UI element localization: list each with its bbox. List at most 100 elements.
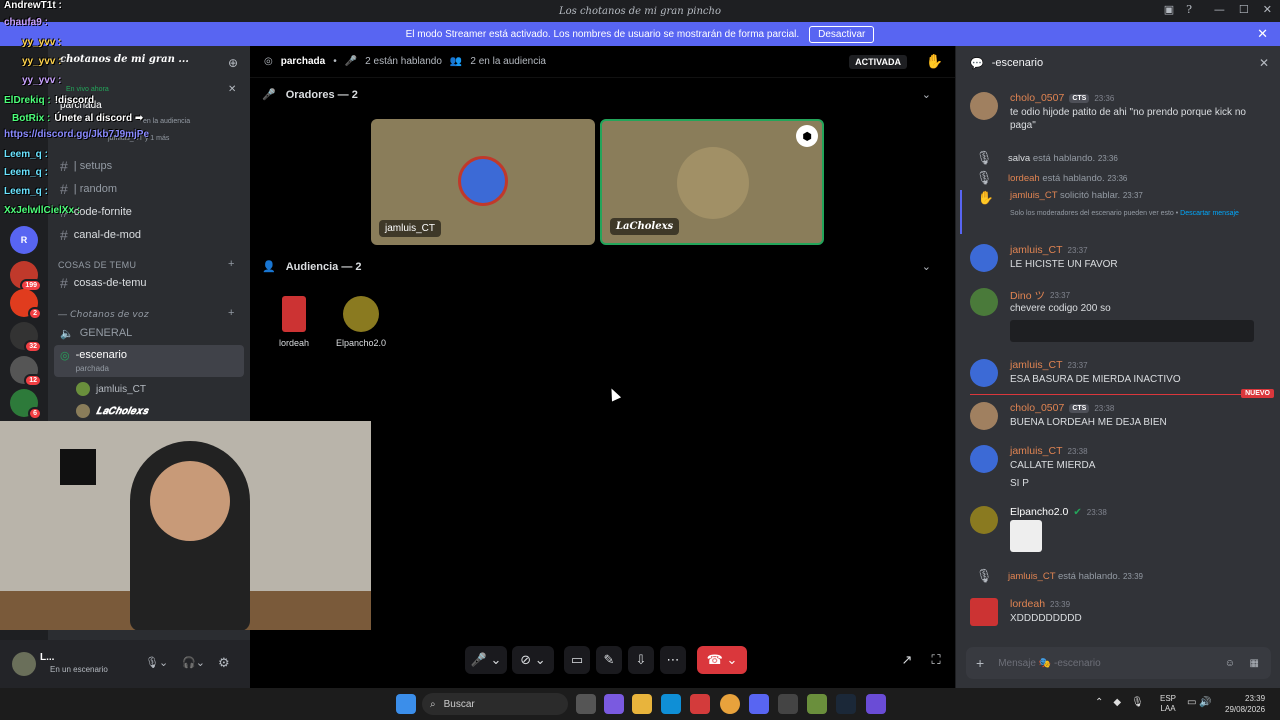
chat-input[interactable]: + Mensaje 🎭 -escenario ☺ ▦ — [966, 647, 1271, 679]
start-icon[interactable] — [396, 694, 416, 714]
store-icon[interactable] — [690, 694, 710, 714]
close-window-button[interactable]: ✕ — [1263, 3, 1272, 16]
language-indicator[interactable]: ESP LAA — [1160, 694, 1176, 714]
help-icon[interactable]: ? — [1186, 3, 1192, 16]
author-name[interactable]: Dino ツ — [1010, 288, 1045, 303]
audience-header[interactable]: 👤 Audiencia — 2 — [262, 260, 362, 274]
category-cosas-de-temu[interactable]: COSAS DE TEMU — [58, 260, 136, 270]
share-screen-button[interactable]: ▭ — [564, 646, 590, 674]
system-text: solicitó hablar. — [1059, 190, 1121, 201]
settings-gear-icon[interactable]: ⚙ — [218, 655, 230, 671]
author-name[interactable]: cholo_0507 — [1010, 92, 1064, 104]
avatar[interactable] — [970, 92, 998, 120]
audience-member[interactable]: Elpancho2.0 — [326, 296, 396, 348]
avatar[interactable] — [970, 359, 998, 387]
channel-cosas-de-temu[interactable]: # cosas-de-temu — [54, 272, 244, 294]
avatar[interactable] — [970, 598, 998, 626]
microphone-button[interactable]: 🎤 ⌄ — [465, 646, 507, 674]
popout-icon[interactable]: ↗ — [895, 646, 919, 674]
chrome-icon[interactable] — [720, 694, 740, 714]
clock[interactable]: 23:39 29/08/2026 — [1225, 693, 1265, 715]
server-icon[interactable]: R — [10, 226, 38, 254]
speaker-tile[interactable]: jamluis_CT — [371, 119, 595, 245]
system-tray[interactable]: ⌃ ◆ 🎙 — [1095, 697, 1144, 708]
category-voz[interactable]: — 𝘊𝘩𝘰𝘵𝘢𝘯𝘰𝘴 𝘥𝘦 𝘷𝘰𝘻 — [58, 309, 149, 320]
author-name[interactable]: Elpancho2.0 — [1010, 506, 1068, 518]
steam-icon[interactable] — [836, 694, 856, 714]
edge-icon[interactable] — [661, 694, 681, 714]
network-volume-icons[interactable]: ▭ 🔊 — [1187, 697, 1212, 708]
fullscreen-icon[interactable]: ⛶ — [924, 646, 948, 674]
embed-image[interactable] — [1010, 320, 1254, 342]
speakers-header[interactable]: 🎤 Oradores — 2 — [262, 88, 358, 102]
author-name[interactable]: jamluis_CT — [1010, 359, 1063, 371]
add-channel-icon[interactable]: + — [228, 307, 234, 319]
search-label: Buscar — [443, 698, 475, 710]
image-attachment[interactable] — [1010, 520, 1042, 552]
avatar[interactable] — [970, 506, 998, 534]
author-name[interactable]: lordeah — [1010, 598, 1045, 610]
stage-channel-escenario[interactable]: ◎ -escenario parchada — [54, 345, 244, 377]
stage-activated-badge[interactable]: ACTIVADA — [849, 55, 907, 69]
headphones-icon[interactable]: 🎧⌄ — [182, 656, 205, 669]
app-icon[interactable] — [866, 694, 886, 714]
app-icon[interactable] — [604, 694, 624, 714]
channel-canal-de-mod[interactable]: # canal-de-mod — [54, 224, 244, 246]
user-name[interactable]: L... — [40, 652, 54, 663]
stage-user-row[interactable]: 𝑳𝒂𝑪𝒉𝒐𝒍𝒆𝒙𝒔 — [76, 404, 148, 418]
discord-icon[interactable] — [749, 694, 769, 714]
user-name[interactable]: salva — [1008, 153, 1030, 164]
dismiss-link[interactable]: Descartar mensaje — [1180, 210, 1239, 217]
chatter-name: Leem_q : — [4, 186, 48, 197]
chat-message: Elpancho2.0 ✔ 23:38 — [970, 506, 1270, 556]
add-channel-icon[interactable]: + — [228, 258, 234, 270]
stage-icon: ◎ — [60, 350, 70, 362]
user-status: En un escenario — [50, 665, 108, 674]
user-name[interactable]: jamluis_CT — [1010, 190, 1057, 201]
chevron-down-icon[interactable]: ⌄ — [922, 260, 931, 273]
user-name[interactable]: jamluis_CT — [1008, 571, 1055, 582]
avatar[interactable] — [970, 244, 998, 272]
avatar[interactable] — [12, 652, 36, 676]
author-name[interactable]: jamluis_CT — [1010, 445, 1063, 457]
avatar[interactable] — [970, 445, 998, 473]
activity-button[interactable]: ✎ — [596, 646, 622, 674]
move-audience-button[interactable]: ⇩ — [628, 646, 654, 674]
apps-icon[interactable]: ▦ — [1250, 658, 1259, 669]
mic-toggle-icon[interactable]: 🎙⌄ — [145, 656, 168, 669]
deactivate-streamer-button[interactable]: Desactivar — [809, 25, 875, 43]
close-chat-icon[interactable]: ✕ — [1259, 56, 1269, 70]
avatar[interactable] — [970, 288, 998, 316]
chevron-down-icon[interactable]: ⌄ — [922, 88, 931, 101]
author-name[interactable]: cholo_0507 — [1010, 402, 1064, 414]
camera-off-button[interactable]: ⊘ ⌄ — [512, 646, 554, 674]
app-icon[interactable] — [778, 694, 798, 714]
raise-hand-icon[interactable]: ✋ — [926, 53, 943, 70]
server-icon[interactable]: 12 — [10, 356, 42, 387]
mic-icon: 🎙 — [975, 568, 993, 583]
task-view-icon[interactable] — [576, 694, 596, 714]
inbox-icon[interactable]: ▣ — [1164, 3, 1174, 16]
server-icon[interactable]: 6 — [10, 389, 42, 420]
file-explorer-icon[interactable] — [632, 694, 652, 714]
emoji-icon[interactable]: ☺ — [1225, 658, 1235, 669]
taskbar-search[interactable]: ⌕ Buscar — [422, 693, 568, 715]
speaker-tile[interactable]: ⬢ 𝑳𝒂𝑪𝒉𝒐𝒍𝒆𝒙𝒔 — [600, 119, 824, 245]
stage-user-row[interactable]: jamluis_CT — [76, 382, 146, 396]
server-icon[interactable]: 2 — [10, 289, 42, 320]
server-icon[interactable]: 199 — [10, 261, 42, 292]
user-name[interactable]: lordeah — [1008, 173, 1040, 184]
speaker-name: 𝑳𝒂𝑪𝒉𝒐𝒍𝒆𝒙𝒔 — [610, 218, 680, 235]
maximize-button[interactable]: ☐ — [1239, 3, 1249, 16]
more-options-button[interactable]: ⋯ — [660, 646, 686, 674]
add-attachment-icon[interactable]: + — [976, 655, 984, 671]
server-icon[interactable]: 32 — [10, 322, 42, 353]
leave-stage-button[interactable]: ☎ ⌄ — [697, 646, 747, 674]
minimize-button[interactable]: — — [1214, 3, 1225, 16]
app-icon[interactable] — [807, 694, 827, 714]
voice-channel-general[interactable]: 🔈 GENERAL — [54, 322, 244, 344]
author-name[interactable]: jamluis_CT — [1010, 244, 1063, 256]
close-banner-icon[interactable]: ✕ — [1257, 26, 1268, 42]
avatar[interactable] — [970, 402, 998, 430]
audience-member[interactable]: lordeah — [259, 296, 329, 348]
